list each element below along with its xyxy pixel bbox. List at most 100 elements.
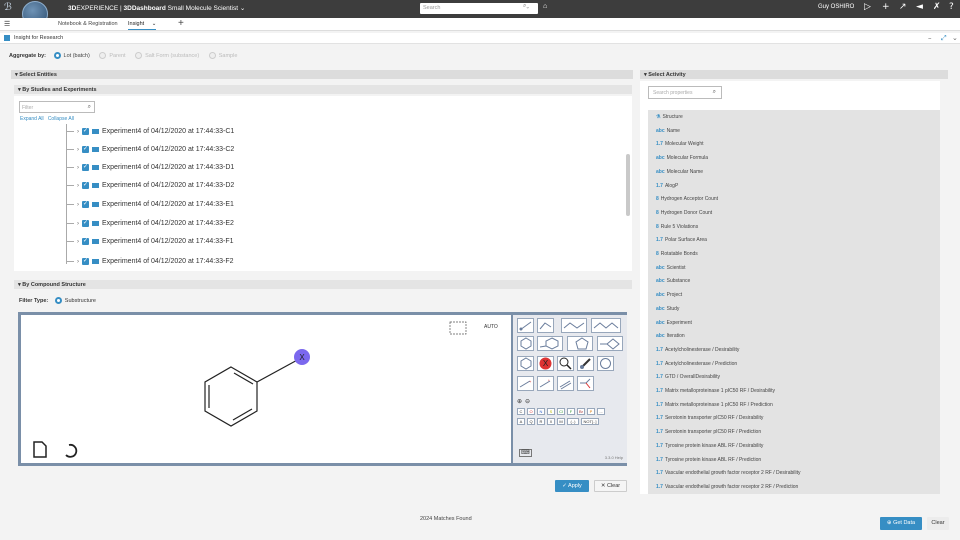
tree-item[interactable]: › ✓ Experiment4 of 04/12/2020 at 17:44:33-… [66, 238, 234, 248]
radio-lot[interactable] [53, 52, 61, 59]
activity-item[interactable]: 8 Hydrogen Acceptor Count [656, 196, 718, 202]
activity-item[interactable]: 1.7 Vascular endothelial growth factor re… [656, 470, 800, 476]
chain3-tool-button[interactable] [561, 318, 587, 333]
activity-item[interactable]: 8 Rule 5 Violations [656, 224, 698, 230]
expand-all-link[interactable]: Expand All [20, 116, 44, 122]
activity-item[interactable]: 8 Rotatable Bonds [656, 251, 698, 257]
sidebar-toggle-icon[interactable]: ☰ [4, 20, 10, 28]
tree-item[interactable]: › ✓ Experiment4 of 04/12/2020 at 17:44:33-… [66, 258, 234, 268]
activity-item[interactable]: 1.7 Serotonin transporter pIC50 RF / Desi… [656, 415, 763, 421]
query-a-button[interactable]: A [517, 418, 525, 425]
radio-substructure[interactable] [54, 297, 62, 304]
activity-item[interactable]: abc Molecular Name [656, 169, 703, 175]
select-entities-header[interactable]: ▾ Select Entities [11, 70, 633, 79]
circle-tool-button[interactable] [597, 356, 614, 371]
tree-scrollbar[interactable] [626, 154, 630, 216]
zoom-out-icon[interactable]: ⊖ [525, 398, 530, 405]
tree-item[interactable]: › ✓ Experiment4 of 04/12/2020 at 17:44:33-… [66, 146, 234, 156]
chain4-tool-button[interactable] [591, 318, 621, 333]
activity-item[interactable]: abc Name [656, 128, 680, 134]
option-lot[interactable]: Lot (batch) [64, 53, 90, 59]
user-name[interactable]: Guy OSHIRO [818, 4, 854, 10]
atom-cl-button[interactable]: Cl [557, 408, 565, 415]
activity-item[interactable]: abc Substance [656, 278, 690, 284]
chevron-right-icon[interactable]: › [77, 129, 79, 135]
collapse-all-link[interactable]: Collapse All [48, 116, 74, 122]
tree-item[interactable]: › ✓ Experiment4 of 04/12/2020 at 17:44:33-… [66, 182, 234, 192]
activity-item[interactable]: abc Experiment [656, 320, 692, 326]
search-icon[interactable]: ⌕⌄ [523, 3, 537, 14]
search-icon[interactable]: ⌕ [88, 103, 91, 111]
activity-item[interactable]: 1.7 Matrix metalloproteinase 1 pIC50 RF /… [656, 388, 775, 394]
checkbox[interactable]: ✓ [82, 128, 89, 135]
chevron-right-icon[interactable]: › [77, 202, 79, 208]
minimize-icon[interactable]: – [928, 34, 932, 42]
checkbox[interactable]: ✓ [82, 201, 89, 208]
ring5-tool-button[interactable] [567, 336, 593, 351]
tab-insight[interactable]: Insight ⌄ [128, 21, 157, 30]
clear-button[interactable]: ✕ Clear [594, 480, 627, 492]
app-title[interactable]: 3DEXPERIENCE | 3DDashboard Small Molecul… [68, 4, 245, 12]
activity-item[interactable]: 1.7 Acetylcholinesterase / Prediction [656, 361, 737, 367]
chevron-right-icon[interactable]: › [77, 239, 79, 245]
atom-n-button[interactable]: N [537, 408, 545, 415]
branch-tool-button[interactable] [577, 376, 594, 391]
compound-structure-header[interactable]: ▾ By Compound Structure [14, 280, 632, 289]
studies-header[interactable]: ▾ By Studies and Experiments [14, 85, 632, 94]
atom-br-button[interactable]: Br [577, 408, 585, 415]
chevron-down-icon[interactable]: ⌄ [152, 21, 157, 27]
chevron-down-icon[interactable]: ⌄ [952, 34, 958, 42]
checkbox[interactable]: ✓ [82, 182, 89, 189]
get-data-button[interactable]: ⊕ Get Data [880, 517, 922, 530]
atom-s-button[interactable]: S [547, 408, 555, 415]
activity-item[interactable]: abc Molecular Formula [656, 155, 708, 161]
tree-item[interactable]: › ✓ Experiment4 of 04/12/2020 at 17:44:33-… [66, 220, 234, 230]
keyboard-icon[interactable]: ⌨ [519, 449, 532, 457]
query-m-button[interactable]: M [557, 418, 565, 425]
activity-item[interactable]: 1.7 Serotonin transporter pIC50 RF / Pred… [656, 429, 761, 435]
activity-item[interactable]: 1.7 AlogP [656, 183, 678, 189]
activity-item[interactable]: 1.7 GTD / OverallDesirability [656, 374, 720, 380]
isotope-tool-button[interactable]: * [537, 376, 554, 391]
chevron-down-icon[interactable]: ⌄ [240, 5, 245, 12]
zoom-in-icon[interactable]: ⊕ [517, 398, 522, 405]
search-properties-input[interactable]: Search properties ⌕ [648, 86, 722, 99]
tree-item[interactable]: › ✓ Experiment4 of 04/12/2020 at 17:44:33-… [66, 128, 234, 138]
zoom-tool-button[interactable] [557, 356, 574, 371]
chevron-right-icon[interactable]: › [77, 147, 79, 153]
benzene-tool-button[interactable] [517, 356, 534, 371]
tab-notebook[interactable]: Notebook & Registration [58, 21, 118, 27]
chevron-right-icon[interactable]: › [77, 165, 79, 171]
activity-item[interactable]: 1.7 Vascular endothelial growth factor re… [656, 484, 798, 490]
chevron-right-icon[interactable]: › [77, 183, 79, 189]
ring6-tool-button[interactable] [517, 336, 534, 351]
activity-item[interactable]: abc Scientist [656, 265, 686, 271]
checkbox[interactable]: ✓ [82, 258, 89, 265]
query-not-button[interactable]: NOT[..] [581, 418, 599, 425]
tree-item[interactable]: › ✓ Experiment4 of 04/12/2020 at 17:44:33-… [66, 164, 234, 174]
delete-atom-button[interactable]: X [537, 356, 554, 371]
clear-all-button[interactable]: Clear [927, 517, 949, 530]
double-bond-button[interactable] [557, 376, 574, 391]
broadcast-icon[interactable]: ◄ [916, 2, 923, 12]
atom-o-button[interactable]: O [527, 408, 535, 415]
checkbox[interactable]: ✓ [82, 164, 89, 171]
charge-tool-button[interactable]: + [517, 376, 534, 391]
chevron-right-icon[interactable]: › [77, 221, 79, 227]
tools-icon[interactable]: ✗ [933, 2, 941, 12]
activity-item[interactable]: abc Study [656, 306, 679, 312]
query-x-button[interactable]: X [547, 418, 555, 425]
erase-tool-button[interactable] [577, 356, 594, 371]
editor-canvas[interactable]: X [21, 315, 511, 463]
share-icon[interactable]: ▷ [864, 2, 871, 12]
maximize-icon[interactable]: ⤢ [941, 34, 947, 43]
help-icon[interactable]: ? [949, 2, 954, 12]
atom-f-button[interactable]: F [567, 408, 575, 415]
editor-version[interactable]: 3.3.0 Help [605, 455, 623, 460]
atom-more-button[interactable]: ... [597, 408, 605, 415]
ring6b-tool-button[interactable] [537, 336, 563, 351]
activity-item[interactable]: 1.7 Matrix metalloproteinase 1 pIC50 RF /… [656, 402, 773, 408]
search-input[interactable]: Search [420, 3, 538, 14]
atom-c-button[interactable]: C [517, 408, 525, 415]
plus-icon[interactable]: + [882, 2, 890, 12]
